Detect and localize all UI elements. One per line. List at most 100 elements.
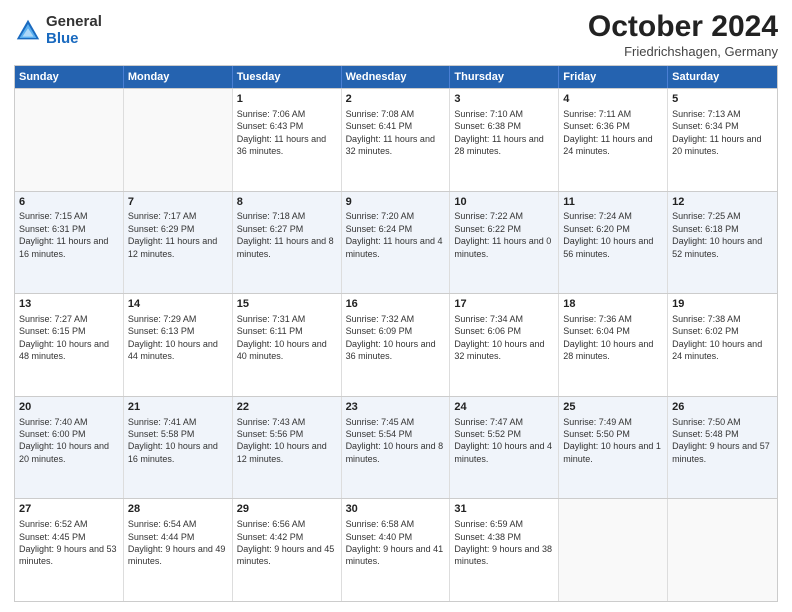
day-info: Sunrise: 7:43 AM Sunset: 5:56 PM Dayligh… xyxy=(237,417,327,464)
empty-cell-w0c1 xyxy=(124,89,233,191)
day-cell-30: 30 Sunrise: 6:58 AM Sunset: 4:40 PM Dayli… xyxy=(342,499,451,601)
calendar-header: SundayMondayTuesdayWednesdayThursdayFrid… xyxy=(15,66,777,88)
day-number: 21 xyxy=(128,400,228,415)
day-info: Sunrise: 7:11 AM Sunset: 6:36 PM Dayligh… xyxy=(563,109,652,156)
header-day-sunday: Sunday xyxy=(15,66,124,88)
day-info: Sunrise: 7:13 AM Sunset: 6:34 PM Dayligh… xyxy=(672,109,761,156)
day-number: 30 xyxy=(346,502,446,517)
day-cell-6: 6Sunrise: 7:15 AM Sunset: 6:31 PM Daylig… xyxy=(15,192,124,294)
day-number: 15 xyxy=(237,297,337,312)
day-cell-29: 29Sunrise: 6:56 AM Sunset: 4:42 PM Dayli… xyxy=(233,499,342,601)
day-info: Sunrise: 7:08 AM Sunset: 6:41 PM Dayligh… xyxy=(346,109,435,156)
week-row-0: 1 Sunrise: 7:06 AM Sunset: 6:43 PM Daylig… xyxy=(15,88,777,191)
day-number: 12 xyxy=(672,195,773,210)
day-cell-13: 13 Sunrise: 7:27 AM Sunset: 6:15 PM Dayli… xyxy=(15,294,124,396)
day-info: Sunrise: 7:47 AM Sunset: 5:52 PM Dayligh… xyxy=(454,417,552,464)
logo-general: General xyxy=(46,14,102,31)
day-number: 8 xyxy=(237,195,337,210)
day-number: 23 xyxy=(346,400,446,415)
day-cell-14: 14 Sunrise: 7:29 AM Sunset: 6:13 PM Dayli… xyxy=(124,294,233,396)
header-day-tuesday: Tuesday xyxy=(233,66,342,88)
day-info: Sunrise: 7:15 AM Sunset: 6:31 PM Dayligh… xyxy=(19,211,108,258)
day-info: Sunrise: 6:56 AM Sunset: 4:42 PM Dayligh… xyxy=(237,519,335,566)
day-info: Sunrise: 7:32 AM Sunset: 6:09 PM Dayligh… xyxy=(346,314,436,361)
header: General Blue October 2024 Friedrichshage… xyxy=(14,10,778,59)
day-cell-24: 24Sunrise: 7:47 AM Sunset: 5:52 PM Dayli… xyxy=(450,397,559,499)
empty-cell-w4c6 xyxy=(668,499,777,601)
day-number: 27 xyxy=(19,502,119,517)
day-cell-1: 1 Sunrise: 7:06 AM Sunset: 6:43 PM Daylig… xyxy=(233,89,342,191)
day-cell-22: 22 Sunrise: 7:43 AM Sunset: 5:56 PM Dayli… xyxy=(233,397,342,499)
day-info: Sunrise: 6:58 AM Sunset: 4:40 PM Dayligh… xyxy=(346,519,444,566)
day-cell-15: 15 Sunrise: 7:31 AM Sunset: 6:11 PM Dayli… xyxy=(233,294,342,396)
day-cell-26: 26 Sunrise: 7:50 AM Sunset: 5:48 PM Dayli… xyxy=(668,397,777,499)
day-info: Sunrise: 7:40 AM Sunset: 6:00 PM Dayligh… xyxy=(19,417,109,464)
day-number: 4 xyxy=(563,92,663,107)
day-number: 14 xyxy=(128,297,228,312)
day-info: Sunrise: 7:17 AM Sunset: 6:29 PM Dayligh… xyxy=(128,211,217,258)
title-block: October 2024 Friedrichshagen, Germany xyxy=(588,10,778,59)
header-day-friday: Friday xyxy=(559,66,668,88)
day-info: Sunrise: 7:06 AM Sunset: 6:43 PM Dayligh… xyxy=(237,109,326,156)
day-info: Sunrise: 7:41 AM Sunset: 5:58 PM Dayligh… xyxy=(128,417,218,464)
day-cell-23: 23 Sunrise: 7:45 AM Sunset: 5:54 PM Dayli… xyxy=(342,397,451,499)
day-cell-5: 5 Sunrise: 7:13 AM Sunset: 6:34 PM Daylig… xyxy=(668,89,777,191)
day-info: Sunrise: 7:29 AM Sunset: 6:13 PM Dayligh… xyxy=(128,314,218,361)
day-info: Sunrise: 6:54 AM Sunset: 4:44 PM Dayligh… xyxy=(128,519,226,566)
day-info: Sunrise: 7:27 AM Sunset: 6:15 PM Dayligh… xyxy=(19,314,109,361)
day-info: Sunrise: 7:10 AM Sunset: 6:38 PM Dayligh… xyxy=(454,109,543,156)
day-cell-10: 10Sunrise: 7:22 AM Sunset: 6:22 PM Dayli… xyxy=(450,192,559,294)
empty-cell-w0c0 xyxy=(15,89,124,191)
logo-text: General Blue xyxy=(46,14,102,47)
day-info: Sunrise: 7:50 AM Sunset: 5:48 PM Dayligh… xyxy=(672,417,770,464)
subtitle: Friedrichshagen, Germany xyxy=(588,44,778,59)
day-info: Sunrise: 7:36 AM Sunset: 6:04 PM Dayligh… xyxy=(563,314,653,361)
day-info: Sunrise: 7:25 AM Sunset: 6:18 PM Dayligh… xyxy=(672,211,762,258)
week-row-4: 27Sunrise: 6:52 AM Sunset: 4:45 PM Dayli… xyxy=(15,498,777,601)
day-cell-19: 19Sunrise: 7:38 AM Sunset: 6:02 PM Dayli… xyxy=(668,294,777,396)
day-cell-25: 25Sunrise: 7:49 AM Sunset: 5:50 PM Dayli… xyxy=(559,397,668,499)
day-info: Sunrise: 7:38 AM Sunset: 6:02 PM Dayligh… xyxy=(672,314,762,361)
day-number: 6 xyxy=(19,195,119,210)
day-cell-3: 3 Sunrise: 7:10 AM Sunset: 6:38 PM Daylig… xyxy=(450,89,559,191)
day-number: 2 xyxy=(346,92,446,107)
day-info: Sunrise: 7:31 AM Sunset: 6:11 PM Dayligh… xyxy=(237,314,327,361)
day-cell-31: 31Sunrise: 6:59 AM Sunset: 4:38 PM Dayli… xyxy=(450,499,559,601)
day-info: Sunrise: 7:45 AM Sunset: 5:54 PM Dayligh… xyxy=(346,417,444,464)
header-day-wednesday: Wednesday xyxy=(342,66,451,88)
week-row-2: 13 Sunrise: 7:27 AM Sunset: 6:15 PM Dayli… xyxy=(15,293,777,396)
day-number: 17 xyxy=(454,297,554,312)
day-info: Sunrise: 7:22 AM Sunset: 6:22 PM Dayligh… xyxy=(454,211,551,258)
day-cell-21: 21 Sunrise: 7:41 AM Sunset: 5:58 PM Dayli… xyxy=(124,397,233,499)
logo-icon xyxy=(14,17,42,45)
calendar-body: 1 Sunrise: 7:06 AM Sunset: 6:43 PM Daylig… xyxy=(15,88,777,601)
day-number: 25 xyxy=(563,400,663,415)
week-row-3: 20 Sunrise: 7:40 AM Sunset: 6:00 PM Dayli… xyxy=(15,396,777,499)
day-cell-16: 16 Sunrise: 7:32 AM Sunset: 6:09 PM Dayli… xyxy=(342,294,451,396)
day-cell-28: 28Sunrise: 6:54 AM Sunset: 4:44 PM Dayli… xyxy=(124,499,233,601)
day-number: 13 xyxy=(19,297,119,312)
day-number: 5 xyxy=(672,92,773,107)
day-number: 18 xyxy=(563,297,663,312)
day-number: 7 xyxy=(128,195,228,210)
day-cell-27: 27Sunrise: 6:52 AM Sunset: 4:45 PM Dayli… xyxy=(15,499,124,601)
day-number: 10 xyxy=(454,195,554,210)
day-cell-12: 12Sunrise: 7:25 AM Sunset: 6:18 PM Dayli… xyxy=(668,192,777,294)
day-number: 16 xyxy=(346,297,446,312)
day-info: Sunrise: 6:59 AM Sunset: 4:38 PM Dayligh… xyxy=(454,519,552,566)
day-info: Sunrise: 7:18 AM Sunset: 6:27 PM Dayligh… xyxy=(237,211,334,258)
logo-blue: Blue xyxy=(46,31,102,48)
header-day-monday: Monday xyxy=(124,66,233,88)
day-cell-17: 17Sunrise: 7:34 AM Sunset: 6:06 PM Dayli… xyxy=(450,294,559,396)
day-cell-20: 20 Sunrise: 7:40 AM Sunset: 6:00 PM Dayli… xyxy=(15,397,124,499)
day-info: Sunrise: 7:24 AM Sunset: 6:20 PM Dayligh… xyxy=(563,211,653,258)
week-row-1: 6Sunrise: 7:15 AM Sunset: 6:31 PM Daylig… xyxy=(15,191,777,294)
day-number: 3 xyxy=(454,92,554,107)
day-number: 1 xyxy=(237,92,337,107)
day-number: 22 xyxy=(237,400,337,415)
day-number: 20 xyxy=(19,400,119,415)
day-cell-8: 8Sunrise: 7:18 AM Sunset: 6:27 PM Daylig… xyxy=(233,192,342,294)
day-number: 26 xyxy=(672,400,773,415)
page: General Blue October 2024 Friedrichshage… xyxy=(0,0,792,612)
day-info: Sunrise: 7:20 AM Sunset: 6:24 PM Dayligh… xyxy=(346,211,443,258)
